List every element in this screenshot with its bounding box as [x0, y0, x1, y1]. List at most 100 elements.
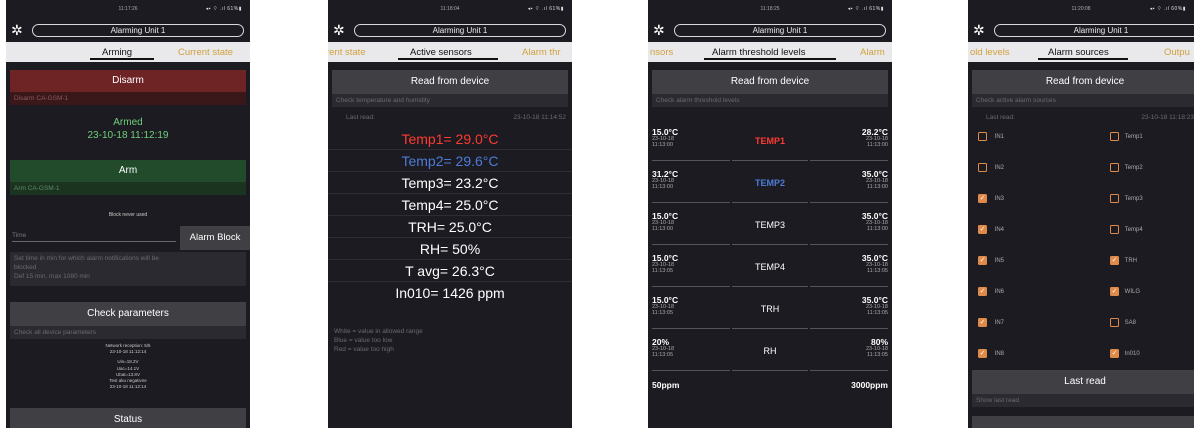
source-sa8[interactable]: SA8	[1110, 318, 1194, 349]
unit-selector[interactable]: Alarming Unit 1	[354, 24, 566, 37]
check-icon[interactable]: ✓	[978, 256, 987, 265]
threshold-name: TEMP3	[754, 220, 785, 230]
disarm-button[interactable]: Disarm	[10, 70, 246, 92]
threshold-high[interactable]: 35.0°C 23-10-18 11:13:00	[862, 170, 888, 190]
checkbox[interactable]	[1110, 194, 1119, 203]
source-label: SA8	[1124, 320, 1137, 327]
threshold-high[interactable]: 80% 23-10-18 11:13:05	[866, 338, 888, 358]
check-icon[interactable]: ✓	[1110, 256, 1119, 265]
system-status-icons: ◂▪ ⌔ .ıl 61%▮	[205, 6, 242, 12]
check-icon[interactable]: ✓	[978, 225, 987, 234]
last-read-button[interactable]: Last read	[972, 370, 1194, 394]
screen-arming: 11:17:26 ◂▪ ⌔ .ıl 61%▮ ✲ Alarming Unit 1…	[6, 0, 250, 428]
source-label: IN1	[994, 134, 1005, 141]
parameters-list: Network reception: 5/5 23-10-18 11:12:14…	[6, 343, 250, 390]
screen-alarm-sources: 11:20:08 ◂▪ ⌔ .ıl 60%▮ ✲ Alarming Unit 1…	[968, 0, 1194, 428]
arm-hint: Arm CA-GSM-1	[10, 182, 246, 195]
tab-outputs[interactable]: Outpu	[1164, 47, 1190, 58]
read-from-device-button[interactable]: Read from device	[332, 70, 568, 94]
gear-icon[interactable]: ✲	[973, 23, 987, 37]
read-hint: Check active alarm sources	[972, 94, 1194, 107]
tab-arming[interactable]: Arming	[102, 47, 132, 58]
gear-icon[interactable]: ✲	[653, 23, 667, 37]
unit-selector[interactable]: Alarming Unit 1	[32, 24, 244, 37]
threshold-low[interactable]: 20% 23-10-18 11:13:05	[652, 338, 674, 358]
source-in6[interactable]: ✓ IN6	[978, 287, 1078, 318]
next-button-partial[interactable]	[972, 416, 1194, 428]
gear-icon[interactable]: ✲	[333, 23, 347, 37]
source-in4[interactable]: ✓ IN4	[978, 225, 1078, 256]
low-time: 11:13:00	[652, 142, 674, 148]
tab-underline	[704, 58, 836, 60]
read-from-device-button[interactable]: Read from device	[972, 70, 1194, 94]
source-temp2[interactable]: Temp2	[1110, 163, 1194, 194]
source-label: TRH	[1124, 258, 1138, 265]
app-bar: ✲ Alarming Unit 1	[648, 20, 892, 42]
threshold-low[interactable]: 15.0°C 23-10-18 11:13:05	[652, 296, 678, 316]
threshold-low[interactable]: 50ppm	[652, 380, 679, 390]
row-underline	[810, 202, 888, 203]
source-temp4[interactable]: Temp4	[1110, 225, 1194, 256]
checkbox[interactable]	[1110, 318, 1119, 327]
checkbox[interactable]	[978, 132, 987, 141]
tab-current-state[interactable]: Current state	[178, 47, 233, 58]
check-icon[interactable]: ✓	[978, 349, 987, 358]
threshold-low[interactable]: 15.0°C 23-10-18 11:13:00	[652, 128, 678, 148]
tab-underline	[1038, 58, 1128, 60]
tab-active-sensors[interactable]: nsors	[650, 47, 673, 58]
check-parameters-button[interactable]: Check parameters	[10, 302, 246, 326]
threshold-high[interactable]: 35.0°C 23-10-18 11:13:05	[862, 296, 888, 316]
arm-button[interactable]: Arm	[10, 160, 246, 182]
threshold-low[interactable]: 31.2°C 23-10-18 11:13:00	[652, 170, 678, 190]
source-in7[interactable]: ✓ IN7	[978, 318, 1078, 349]
time-input[interactable]: Time	[12, 228, 176, 242]
reading-temp3: Temp3= 23.2°C	[328, 172, 572, 194]
threshold-high[interactable]: 35.0°C 23-10-18 11:13:05	[862, 254, 888, 274]
check-icon[interactable]: ✓	[978, 287, 987, 296]
tab-bar: rent state Active sensors Alarm thr	[328, 42, 572, 62]
source-temp1[interactable]: Temp1	[1110, 132, 1194, 163]
source-in3[interactable]: ✓ IN3	[978, 194, 1078, 225]
tab-alarm-sources[interactable]: Alarm	[860, 47, 885, 58]
tab-current-state[interactable]: rent state	[328, 47, 366, 58]
tab-alarm-threshold-levels[interactable]: Alarm threshold levels	[712, 47, 805, 58]
checkbox[interactable]	[978, 163, 987, 172]
tab-alarm-sources[interactable]: Alarm sources	[1048, 47, 1109, 58]
threshold-high[interactable]: 3000ppm	[851, 380, 888, 390]
status-button[interactable]: Status	[10, 408, 246, 428]
check-icon[interactable]: ✓	[1110, 349, 1119, 358]
source-label: Temp4	[1124, 227, 1143, 234]
check-icon[interactable]: ✓	[978, 318, 987, 327]
source-in2[interactable]: IN2	[978, 163, 1078, 194]
threshold-low[interactable]: 15.0°C 23-10-18 11:13:05	[652, 254, 678, 274]
read-from-device-button[interactable]: Read from device	[652, 70, 888, 94]
source-trh[interactable]: ✓ TRH	[1110, 256, 1194, 287]
checkbox[interactable]	[1110, 132, 1119, 141]
check-icon[interactable]: ✓	[978, 194, 987, 203]
source-label: Temp3	[1124, 196, 1143, 203]
sensor-readings: Temp1= 29.0°C Temp2= 29.6°C Temp3= 23.2°…	[328, 128, 572, 304]
high-time: 11:13:05	[866, 310, 888, 316]
check-icon[interactable]: ✓	[1110, 287, 1119, 296]
unit-selector[interactable]: Alarming Unit 1	[994, 24, 1194, 37]
source-label: Temp1	[1124, 134, 1143, 141]
source-wilg[interactable]: ✓ WILG	[1110, 287, 1194, 318]
threshold-high[interactable]: 35.0°C 23-10-18 11:13:00	[862, 212, 888, 232]
tab-active-sensors[interactable]: Active sensors	[410, 47, 472, 58]
unit-selector[interactable]: Alarming Unit 1	[674, 24, 886, 37]
checkbox[interactable]	[1110, 225, 1119, 234]
source-in1[interactable]: IN1	[978, 132, 1078, 163]
tab-alarm-threshold-levels[interactable]: old levels	[970, 47, 1010, 58]
high-time: 11:13:00	[866, 226, 888, 232]
threshold-high[interactable]: 28.2°C 23-10-18 11:13:00	[862, 128, 888, 148]
reading-temp4: Temp4= 25.0°C	[328, 194, 572, 216]
alarm-block-button[interactable]: Alarm Block	[180, 226, 250, 250]
low-time: 11:13:05	[652, 310, 674, 316]
source-temp3[interactable]: Temp3	[1110, 194, 1194, 225]
checkbox[interactable]	[1110, 163, 1119, 172]
tab-alarm-threshold[interactable]: Alarm thr	[522, 47, 561, 58]
block-hint-line: Def 15 min, max 1080 min	[14, 273, 90, 280]
threshold-low[interactable]: 15.0°C 23-10-18 11:13:00	[652, 212, 678, 232]
gear-icon[interactable]: ✲	[11, 23, 25, 37]
source-in5[interactable]: ✓ IN5	[978, 256, 1078, 287]
